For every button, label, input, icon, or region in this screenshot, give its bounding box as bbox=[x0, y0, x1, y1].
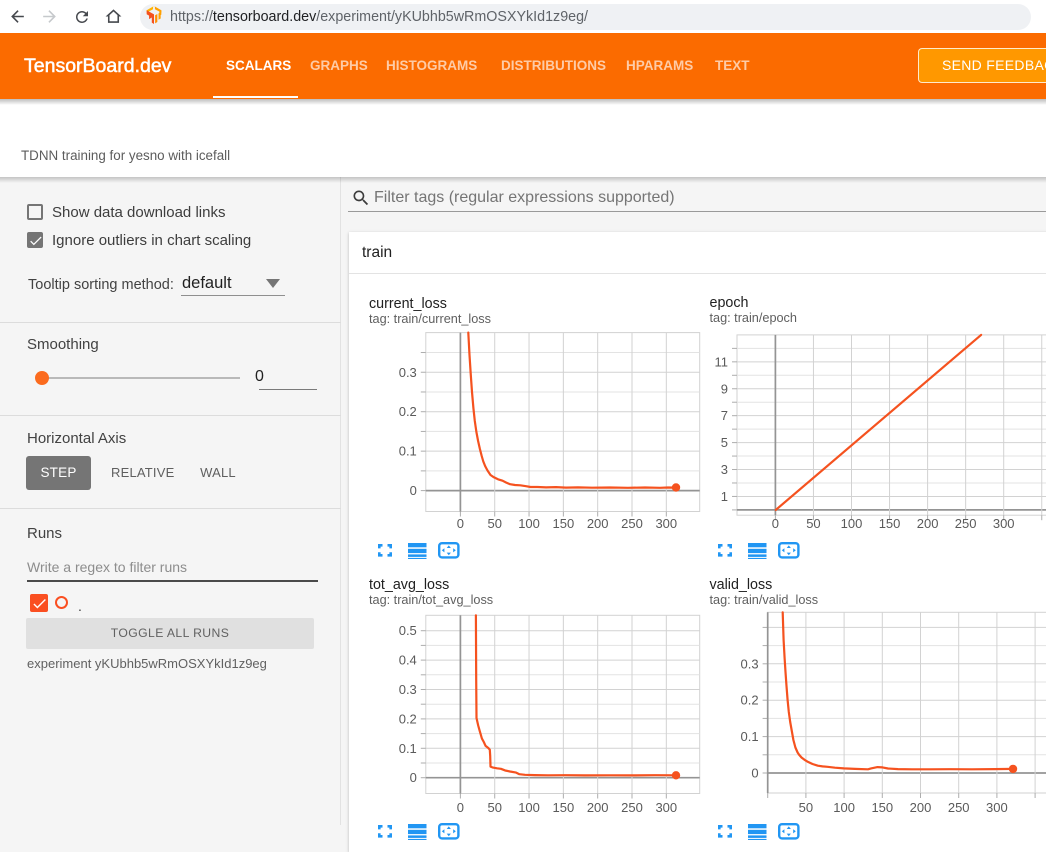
svg-text:50: 50 bbox=[487, 516, 501, 531]
svg-text:0.1: 0.1 bbox=[399, 741, 417, 756]
svg-text:250: 250 bbox=[621, 800, 643, 815]
svg-text:0.2: 0.2 bbox=[399, 711, 417, 726]
svg-text:0.3: 0.3 bbox=[399, 365, 417, 380]
svg-text:100: 100 bbox=[841, 516, 863, 531]
svg-text:0.5: 0.5 bbox=[399, 623, 417, 638]
svg-text:11: 11 bbox=[715, 354, 729, 369]
svg-text:7: 7 bbox=[721, 408, 728, 423]
svg-text:300: 300 bbox=[655, 516, 677, 531]
svg-text:250: 250 bbox=[948, 800, 970, 815]
svg-text:3: 3 bbox=[721, 462, 728, 477]
svg-text:50: 50 bbox=[487, 800, 501, 815]
svg-text:300: 300 bbox=[993, 516, 1015, 531]
svg-text:150: 150 bbox=[879, 516, 901, 531]
svg-text:150: 150 bbox=[871, 800, 893, 815]
svg-text:0.2: 0.2 bbox=[399, 404, 417, 419]
svg-text:0.1: 0.1 bbox=[399, 444, 417, 459]
svg-text:0: 0 bbox=[751, 766, 758, 781]
svg-text:200: 200 bbox=[587, 800, 609, 815]
svg-text:150: 150 bbox=[553, 516, 575, 531]
svg-text:0.3: 0.3 bbox=[399, 682, 417, 697]
svg-text:300: 300 bbox=[655, 800, 677, 815]
svg-text:50: 50 bbox=[806, 516, 820, 531]
svg-text:150: 150 bbox=[553, 800, 575, 815]
svg-text:9: 9 bbox=[721, 381, 728, 396]
svg-text:250: 250 bbox=[621, 516, 643, 531]
svg-text:1: 1 bbox=[721, 489, 728, 504]
svg-text:0.3: 0.3 bbox=[741, 656, 759, 671]
svg-text:200: 200 bbox=[587, 516, 609, 531]
svg-text:5: 5 bbox=[721, 435, 728, 450]
svg-text:0: 0 bbox=[410, 483, 417, 498]
svg-text:0: 0 bbox=[457, 800, 464, 815]
svg-text:50: 50 bbox=[799, 800, 813, 815]
svg-text:0.2: 0.2 bbox=[741, 693, 759, 708]
svg-text:300: 300 bbox=[986, 800, 1008, 815]
svg-text:0.4: 0.4 bbox=[399, 653, 417, 668]
svg-text:0: 0 bbox=[410, 770, 417, 785]
svg-text:100: 100 bbox=[518, 516, 540, 531]
svg-text:0: 0 bbox=[457, 516, 464, 531]
svg-text:100: 100 bbox=[833, 800, 855, 815]
svg-text:0: 0 bbox=[772, 516, 779, 531]
svg-text:0.1: 0.1 bbox=[741, 729, 759, 744]
svg-text:200: 200 bbox=[917, 516, 939, 531]
svg-text:200: 200 bbox=[910, 800, 932, 815]
svg-text:250: 250 bbox=[955, 516, 977, 531]
svg-text:100: 100 bbox=[518, 800, 540, 815]
